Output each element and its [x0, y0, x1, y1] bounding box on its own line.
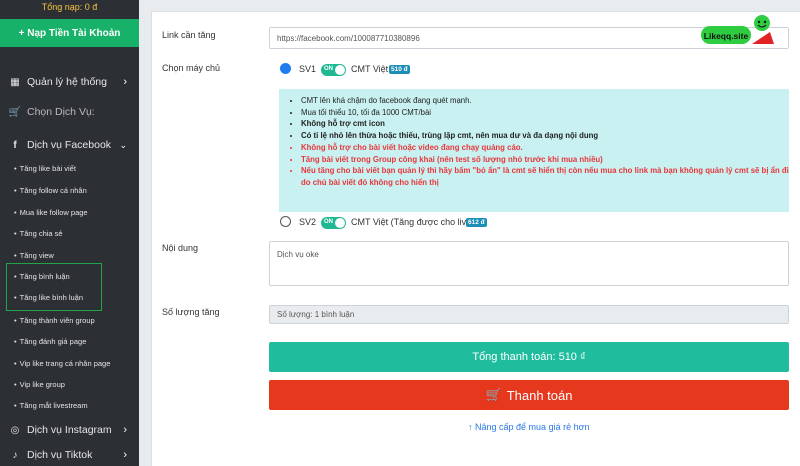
sv1-desc: CMT Việt — [351, 64, 389, 74]
cart-icon: 🛒 — [485, 387, 502, 402]
sidebar-subitem[interactable]: • Tăng thành viên group — [14, 316, 95, 325]
sv2-price-badge: 612 đ — [466, 218, 487, 227]
sidebar-subitem[interactable]: • Tăng view — [14, 251, 54, 260]
server-notice: CMT lên khá chậm do facebook đang quét m… — [279, 89, 789, 212]
server-label: Chọn máy chủ — [162, 63, 221, 73]
sidebar-subitem[interactable]: • Tăng like bài viết — [14, 164, 76, 173]
topup-total: Tổng nạp: 0 đ — [41, 2, 98, 12]
sidebar-item-system[interactable]: ▦ Quản lý hệ thống › — [0, 76, 139, 88]
link-label: Link cần tăng — [162, 30, 216, 40]
sv2-name: SV2 — [299, 217, 317, 227]
sidebar-subitem[interactable]: • Mua like follow page — [14, 208, 88, 217]
sidebar-item-instagram[interactable]: ◎ Dịch vụ Instagram › — [0, 424, 139, 436]
sidebar-item-label: Dịch vụ Facebook — [27, 139, 112, 151]
sidebar-item-label: Dịch vụ Tiktok — [27, 449, 93, 461]
site-logo: Likeqq.site — [701, 15, 774, 44]
upgrade-link[interactable]: ↑ Nâng cấp để mua giá rẻ hơn — [468, 422, 590, 432]
sv2-radio[interactable] — [280, 216, 291, 227]
sidebar-item-label: Dịch vụ Instagram — [27, 424, 112, 436]
sv1-radio[interactable] — [280, 63, 291, 74]
sidebar-subitem[interactable]: • Tăng chia sẻ — [14, 229, 63, 238]
tiktok-icon: ♪ — [12, 449, 18, 461]
grid-icon: ▦ — [10, 76, 20, 88]
chevron-right-icon: › — [123, 449, 127, 461]
notice-item: CMT lên khá chậm do facebook đang quét m… — [301, 95, 789, 107]
logo-text: Likeqq.site — [704, 31, 749, 41]
sidebar: Tổng nạp: 0 đ + Nạp Tiền Tài Khoản ▦ Quả… — [0, 0, 139, 466]
sv2-toggle[interactable]: ON — [321, 217, 346, 229]
sidebar-item-facebook[interactable]: f Dịch vụ Facebook ⌄ — [0, 139, 139, 151]
sv1-toggle[interactable]: ON — [321, 64, 346, 76]
facebook-icon: f — [13, 139, 17, 151]
sidebar-subitem[interactable]: • Tăng đánh giá page — [14, 337, 86, 346]
content-textarea[interactable]: Dịch vụ oke — [269, 241, 789, 286]
arrow-up-icon: ↑ — [468, 422, 476, 432]
sidebar-item-tiktok[interactable]: ♪ Dịch vụ Tiktok › — [0, 449, 139, 461]
sv1-price-badge: 510 đ — [389, 65, 410, 74]
choose-service-heading: 🛒 Chọn Dịch Vụ: — [8, 106, 95, 118]
sidebar-subitem[interactable]: • Tăng mắt livestream — [14, 401, 88, 410]
chevron-right-icon: › — [123, 76, 127, 88]
pay-button[interactable]: 🛒 Thanh toán — [269, 380, 789, 410]
sidebar-item-label: Quản lý hệ thống — [27, 76, 107, 88]
notice-item: Không hỗ trợ cmt icon — [301, 118, 789, 130]
content-label: Nội dung — [162, 243, 199, 253]
cart-icon: 🛒 — [8, 106, 22, 118]
chevron-right-icon: › — [123, 424, 127, 436]
notice-item: Tăng bài viết trong Group công khai (nên… — [301, 154, 789, 166]
topup-button[interactable]: + Nạp Tiền Tài Khoản — [0, 19, 139, 47]
quantity-input[interactable]: Số lượng: 1 bình luận — [269, 305, 789, 324]
sv1-name: SV1 — [299, 64, 317, 74]
instagram-icon: ◎ — [10, 424, 20, 436]
sidebar-subitem[interactable]: • Tăng follow cá nhân — [14, 186, 87, 195]
sidebar-subitem[interactable]: • Vip like trang cá nhân page — [14, 359, 110, 368]
notice-item: Mua tối thiểu 10, tối đa 1000 CMT/bài — [301, 107, 789, 119]
sidebar-subitem[interactable]: • Vip like group — [14, 380, 65, 389]
notice-list: CMT lên khá chậm do facebook đang quét m… — [289, 95, 789, 189]
sv2-desc: CMT Việt (Tăng được cho live) — [351, 217, 475, 227]
notice-item: Có tỉ lệ nhỏ lên thừa hoặc thiếu, trùng … — [301, 130, 789, 142]
notice-item: Không hỗ trợ cho bài viết hoặc video đan… — [301, 142, 789, 154]
quantity-label: Số lượng tăng — [162, 307, 220, 317]
total-payment-button[interactable]: Tổng thanh toán: 510 ₫ — [269, 342, 789, 372]
notice-item: Nếu tăng cho bài viết bạn quản lý thì hã… — [301, 165, 789, 188]
highlight-box — [6, 263, 102, 311]
chevron-down-icon: ⌄ — [119, 139, 127, 150]
